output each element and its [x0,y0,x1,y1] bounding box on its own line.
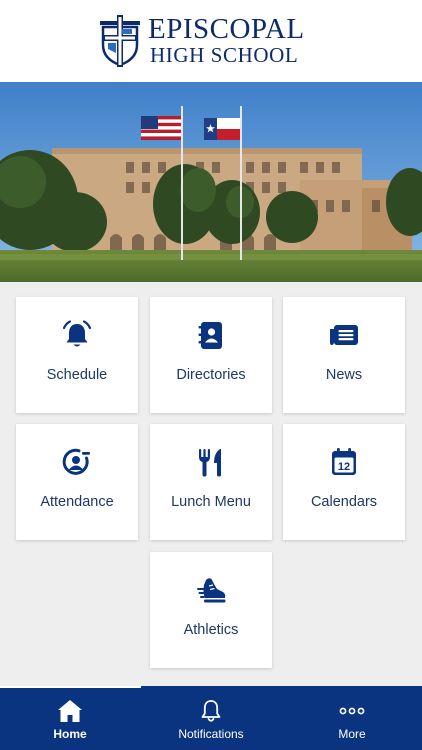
tab-home[interactable]: Home [0,686,140,750]
home-icon [58,700,82,722]
contact-book-icon [198,322,222,349]
tab-label: More [338,727,366,741]
tab-notifications[interactable]: Notifications [141,686,281,750]
app-header: EPISCOPAL HIGH SCHOOL [0,0,422,82]
tab-more[interactable]: More [282,686,422,750]
tile-attendance[interactable]: Attendance [16,424,138,540]
tile-label: Schedule [46,367,108,383]
tile-athletics[interactable]: Athletics [150,552,272,668]
school-name-line2: HIGH SCHOOL [150,43,299,67]
tile-directories[interactable]: Directories [150,297,272,413]
tile-lunch-menu[interactable]: Lunch Menu [150,424,272,540]
more-dots-icon [339,707,365,715]
tile-label: Lunch Menu [171,494,251,510]
hero-photo [0,82,422,282]
school-name-line1: EPISCOPAL [148,13,305,45]
newspaper-icon [330,325,358,345]
bell-outline-icon [201,700,221,722]
tile-label: Athletics [183,622,239,638]
calendar-day-number: 12 [338,461,350,473]
tile-label: Attendance [40,494,114,510]
bottom-tab-bar: Home Notifications More [0,686,422,750]
calendar-icon: 12 [332,448,356,475]
tab-label: Notifications [178,727,244,741]
tab-label: Home [53,727,87,741]
sneaker-icon [197,578,226,603]
tile-calendars[interactable]: 12 Calendars [283,424,405,540]
feature-grid: Schedule Directories News Attendance Lun… [0,282,422,686]
tile-label: News [325,367,363,383]
tile-news[interactable]: News [283,297,405,413]
school-crest-icon [100,15,140,67]
tile-label: Calendars [310,494,378,510]
fork-knife-icon [199,449,221,477]
tile-schedule[interactable]: Schedule [16,297,138,413]
bell-icon [62,320,92,347]
tile-label: Directories [176,367,246,383]
attendance-icon [62,448,90,475]
